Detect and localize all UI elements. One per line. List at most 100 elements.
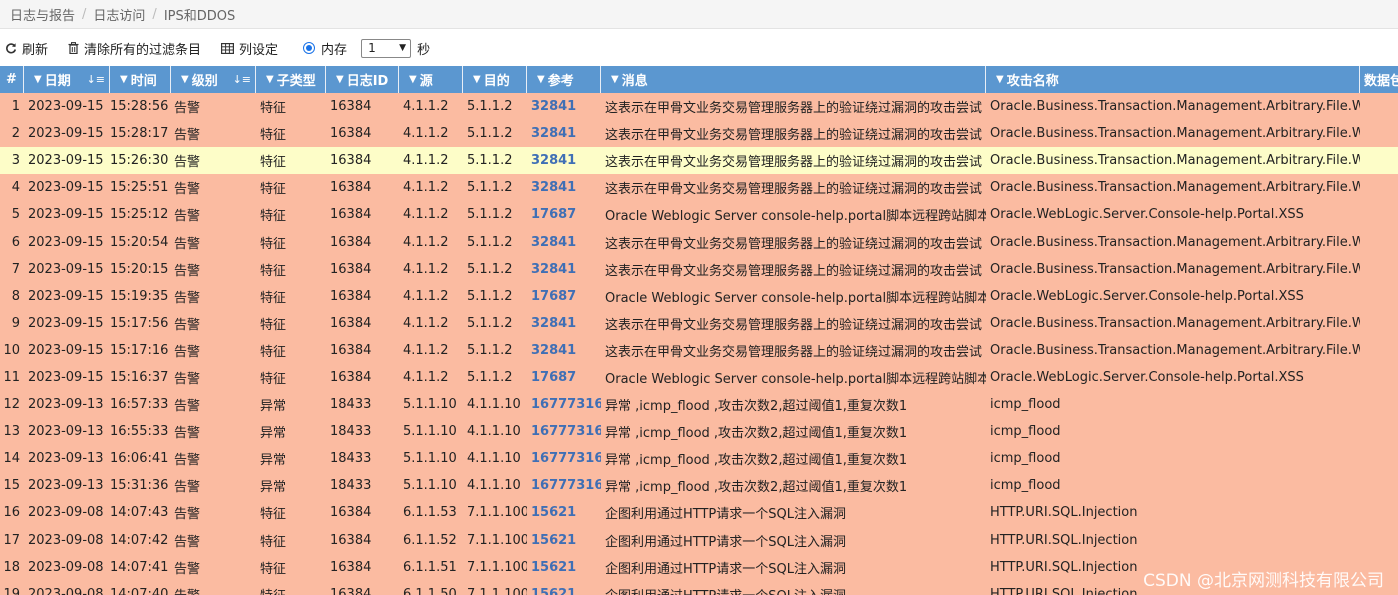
table-row[interactable]: 15 2023-09-13 15:31:36 告警 异常 18433 5.1.1.10 4.1…	[0, 472, 1398, 500]
row-message: Oracle Weblogic Server console-help.port…	[605, 209, 986, 225]
table-row[interactable]: 16 2023-09-08 14:07:43 告警 特征 16384 6.1.1.53 7.1…	[0, 499, 1398, 527]
table-row[interactable]: 11 2023-09-15 15:16:37 告警 特征 16384 4.1.1.2 5.1.…	[0, 363, 1398, 392]
table-row[interactable]: 2 2023-09-15 15:28:17 告警 特征 16384 4.1.1.2 5.1.1…	[0, 120, 1398, 148]
filter-icon[interactable]: ▼	[537, 74, 545, 85]
table-row[interactable]: 12 2023-09-13 16:57:33 告警 异常 18433 5.1.1.10 4.1…	[0, 391, 1398, 419]
row-reference-link[interactable]: 16777316	[527, 424, 601, 439]
row-source: 5.1.1.10	[403, 478, 457, 494]
column-settings-button[interactable]: 列设定	[221, 39, 278, 58]
filter-icon[interactable]: ▼	[34, 74, 42, 85]
column-header-packet[interactable]: 数据包	[1360, 66, 1398, 93]
row-logid: 18433	[330, 424, 372, 440]
row-reference-link[interactable]: 32841	[527, 180, 601, 195]
row-index: 11	[3, 369, 20, 385]
table-row[interactable]: 6 2023-09-15 15:20:54 告警 特征 16384 4.1.1.2 5.1.1…	[0, 228, 1398, 256]
row-reference-link[interactable]: 32841	[527, 126, 601, 141]
row-level: 告警	[174, 209, 201, 225]
table-row[interactable]: 5 2023-09-15 15:25:12 告警 特征 16384 4.1.1.2 5.1.1…	[0, 201, 1398, 229]
row-level: 告警	[174, 101, 201, 117]
filter-icon[interactable]: ▼	[181, 74, 189, 85]
filter-icon[interactable]: ▼	[266, 74, 274, 85]
row-subtype: 特征	[260, 371, 287, 387]
row-reference-link[interactable]: 16777316	[527, 451, 601, 466]
filter-icon[interactable]: ▼	[120, 74, 128, 85]
column-header-destination[interactable]: ▼ 目的	[463, 66, 527, 93]
table-row[interactable]: 17 2023-09-08 14:07:42 告警 特征 16384 6.1.1.52 7.1…	[0, 526, 1398, 554]
row-level: 告警	[174, 236, 201, 252]
row-destination: 4.1.1.10	[467, 424, 521, 440]
row-subtype: 特征	[260, 236, 287, 252]
row-reference-link[interactable]: 32841	[527, 262, 601, 277]
column-header-time[interactable]: ▼ 时间	[110, 66, 171, 93]
row-source: 4.1.1.2	[403, 207, 449, 223]
row-reference-link[interactable]: 16777316	[527, 397, 601, 412]
filter-icon[interactable]: ▼	[473, 74, 481, 85]
column-header-message[interactable]: ▼ 消息	[601, 66, 986, 93]
table-row[interactable]: 1 2023-09-15 15:28:56 告警 特征 16384 4.1.1.2 5.1.1…	[0, 93, 1398, 121]
row-date: 2023-09-08	[28, 532, 104, 548]
table-row[interactable]: 14 2023-09-13 16:06:41 告警 异常 18433 5.1.1.10 4.1…	[0, 445, 1398, 473]
column-header-source[interactable]: ▼ 源	[399, 66, 463, 93]
row-reference-link[interactable]: 32841	[527, 99, 601, 114]
row-level: 告警	[174, 507, 201, 523]
row-reference-link[interactable]: 17687	[527, 289, 601, 304]
refresh-interval-select[interactable]: 1 ▼	[361, 38, 412, 58]
table-row[interactable]: 13 2023-09-13 16:55:33 告警 异常 18433 5.1.1.10 4.1…	[0, 418, 1398, 446]
column-header-reference[interactable]: ▼ 参考	[527, 66, 601, 93]
refresh-interval-value: 1	[368, 41, 376, 55]
row-reference-link[interactable]: 32841	[527, 153, 601, 168]
row-message: 异常 ,icmp_flood ,攻击次数2,超过阈值1,重复次数1	[605, 426, 908, 442]
row-source: 4.1.1.2	[403, 369, 449, 385]
breadcrumb-separator: /	[82, 6, 87, 22]
row-time: 14:07:42	[110, 532, 169, 548]
table-row[interactable]: 9 2023-09-15 15:17:56 告警 特征 16384 4.1.1.2 5.1.1…	[0, 309, 1398, 337]
row-level: 告警	[174, 263, 201, 279]
row-reference-link[interactable]: 32841	[527, 343, 601, 358]
column-header-level[interactable]: ▼ 级别 ↓≡	[171, 66, 256, 93]
refresh-icon	[5, 42, 17, 54]
row-source: 4.1.1.2	[403, 342, 449, 358]
row-logid: 16384	[330, 99, 372, 115]
row-attack-name: Oracle.Business.Transaction.Management.A…	[990, 234, 1360, 250]
row-attack-name: icmp_flood	[990, 451, 1061, 467]
row-reference-link[interactable]: 15621	[527, 533, 601, 548]
row-reference-link[interactable]: 32841	[527, 235, 601, 250]
row-attack-name: Oracle.Business.Transaction.Management.A…	[990, 126, 1360, 142]
clear-filters-button[interactable]: 清除所有的过滤条目	[68, 39, 201, 58]
row-subtype: 特征	[260, 344, 287, 360]
row-source: 4.1.1.2	[403, 234, 449, 250]
column-header-subtype[interactable]: ▼ 子类型	[256, 66, 326, 93]
filter-icon[interactable]: ▼	[409, 74, 417, 85]
row-reference-link[interactable]: 15621	[527, 505, 601, 520]
breadcrumb-item-log-access[interactable]: 日志访问	[93, 5, 145, 24]
row-reference-link[interactable]: 16777316	[527, 478, 601, 493]
row-time: 15:17:56	[110, 315, 169, 331]
filter-icon[interactable]: ▼	[611, 74, 619, 85]
row-logid: 16384	[330, 261, 372, 277]
breadcrumb-item-logs-reports[interactable]: 日志与报告	[10, 5, 75, 24]
row-level: 告警	[174, 290, 201, 306]
table-row[interactable]: 8 2023-09-15 15:19:35 告警 特征 16384 4.1.1.2 5.1.1…	[0, 282, 1398, 310]
row-logid: 16384	[330, 153, 372, 169]
row-reference-link[interactable]: 15621	[527, 560, 601, 575]
row-logid: 16384	[330, 288, 372, 304]
sort-icon[interactable]: ↓≡	[233, 73, 251, 86]
row-reference-link[interactable]: 17687	[527, 370, 601, 385]
filter-icon[interactable]: ▼	[996, 74, 1004, 85]
column-header-date[interactable]: ▼ 日期 ↓≡	[24, 66, 110, 93]
column-header-attack-name[interactable]: ▼ 攻击名称	[986, 66, 1360, 93]
row-reference-link[interactable]: 32841	[527, 316, 601, 331]
filter-icon[interactable]: ▼	[336, 74, 344, 85]
column-header-logid[interactable]: ▼ 日志ID	[326, 66, 399, 93]
row-reference-link[interactable]: 17687	[527, 207, 601, 222]
table-row[interactable]: 10 2023-09-15 15:17:16 告警 特征 16384 4.1.1.2 5.1.…	[0, 336, 1398, 364]
refresh-button[interactable]: 刷新	[5, 39, 48, 58]
table-row[interactable]: 4 2023-09-15 15:25:51 告警 特征 16384 4.1.1.2 5.1.1…	[0, 174, 1398, 202]
row-destination: 5.1.1.2	[467, 288, 513, 304]
table-row[interactable]: 7 2023-09-15 15:20:15 告警 特征 16384 4.1.1.2 5.1.1…	[0, 255, 1398, 283]
table-row[interactable]: 3 2023-09-15 15:26:30 告警 特征 16384 4.1.1.2 5.1.1…	[0, 147, 1398, 175]
row-source: 4.1.1.2	[403, 180, 449, 196]
row-reference-link[interactable]: 15621	[527, 587, 601, 595]
sort-desc-icon[interactable]: ↓≡	[87, 73, 105, 86]
memory-radio[interactable]	[303, 42, 316, 54]
